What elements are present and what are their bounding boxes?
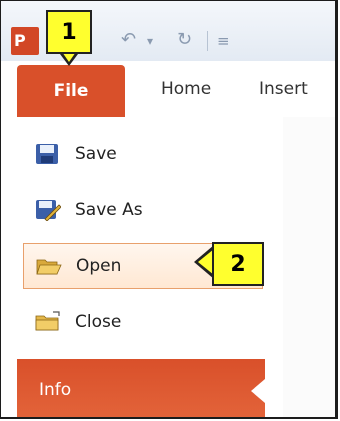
close-folder-icon bbox=[35, 311, 61, 333]
powerpoint-icon[interactable]: P bbox=[11, 27, 39, 55]
backstage-item-label: Open bbox=[76, 256, 122, 276]
callout-1: 1 bbox=[46, 10, 92, 54]
backstage-item-label: Save bbox=[75, 144, 117, 164]
tab-file-label: File bbox=[53, 81, 89, 101]
customize-qat-icon[interactable]: ≡ bbox=[217, 32, 230, 50]
backstage-item-label: Info bbox=[39, 379, 72, 400]
backstage-item-info[interactable]: Info bbox=[17, 359, 265, 417]
callout-2-label: 2 bbox=[230, 251, 246, 277]
backstage-item-save-as[interactable]: Save As bbox=[17, 187, 263, 233]
backstage-item-label: Save As bbox=[75, 200, 143, 220]
undo-dropdown-icon[interactable]: ▾ bbox=[147, 34, 153, 48]
save-as-icon bbox=[35, 199, 62, 222]
info-active-notch bbox=[251, 379, 265, 403]
tab-file[interactable]: File bbox=[17, 65, 125, 117]
toolbar-divider bbox=[207, 31, 208, 51]
redo-icon[interactable]: ↻ bbox=[177, 29, 192, 50]
backstage-content-pane bbox=[283, 117, 335, 417]
backstage-item-close[interactable]: Close bbox=[17, 299, 263, 345]
tab-home[interactable]: Home bbox=[161, 79, 211, 99]
callout-1-label: 1 bbox=[61, 19, 77, 45]
backstage-item-save[interactable]: Save bbox=[17, 131, 263, 177]
callout-2: 2 bbox=[212, 242, 264, 286]
tab-insert[interactable]: Insert bbox=[259, 79, 308, 99]
powerpoint-window: P ↶ ▾ ↻ ≡ File Home Insert Save Save As … bbox=[0, 0, 338, 419]
save-icon bbox=[35, 143, 61, 165]
open-folder-icon bbox=[36, 255, 62, 277]
undo-icon[interactable]: ↶ bbox=[121, 29, 136, 50]
backstage-item-label: Close bbox=[75, 312, 122, 332]
